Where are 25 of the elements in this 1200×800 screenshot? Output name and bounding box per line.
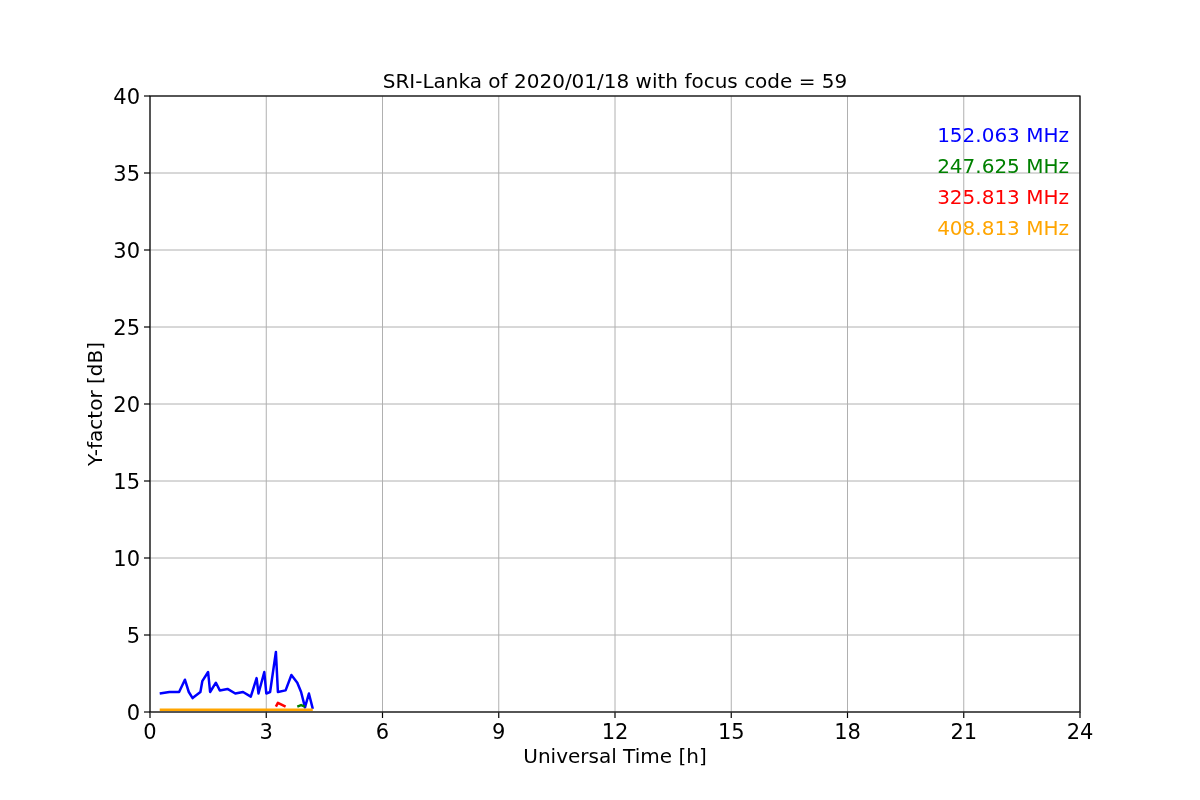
y-tick-label: 10 [113,547,140,571]
y-tick-label: 35 [113,162,140,186]
y-tick-label: 20 [113,393,140,417]
y-tick-label: 15 [113,470,140,494]
y-tick-label: 25 [113,316,140,340]
x-tick-label: 21 [950,720,978,744]
y-tick-label: 30 [113,239,140,263]
x-tick-label: 3 [259,720,273,744]
x-tick-label: 15 [717,720,745,744]
y-tick-label: 40 [113,85,140,109]
x-tick-label: 6 [375,720,390,744]
legend-label: 325.813 MHz [937,185,1069,209]
x-tick-label: 18 [834,720,861,744]
chart-title: SRI-Lanka of 2020/01/18 with focus code = 59 [382,69,848,93]
x-tick-label: 24 [1066,720,1094,744]
x-tick-label: 12 [601,720,629,744]
y-tick-label: 0 [126,701,140,725]
x-axis-label: Universal Time [h] [523,744,707,768]
x-tick-label: 9 [492,720,506,744]
y-axis-label: Y-factor [dB] [83,342,107,466]
legend-label: 408.813 MHz [937,216,1069,240]
x-tick-label: 0 [143,720,157,744]
y-tick-label: 5 [126,624,140,648]
legend-label: 152.063 MHz [937,123,1069,147]
legend-label: 247.625 MHz [937,154,1069,178]
